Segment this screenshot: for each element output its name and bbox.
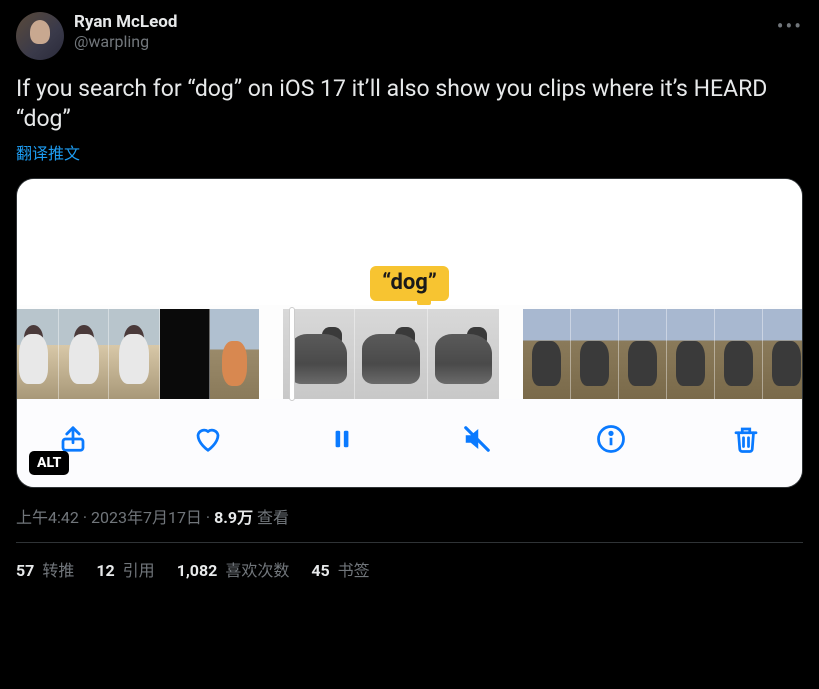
tweet-meta: 上午4:42 · 2023年7月17日 · 8.9万 查看 [16,504,803,528]
more-icon[interactable]: ••• [777,12,803,36]
view-count: 8.9万 [214,508,253,527]
search-term-label: “dog” [370,266,449,301]
thumbnail [160,309,210,399]
clip-group-2[interactable] [283,309,499,399]
media-card[interactable]: “dog” [16,178,803,488]
heart-icon[interactable] [190,421,226,457]
view-label: 查看 [253,508,289,527]
pause-icon[interactable] [324,421,360,457]
thumbnail [355,309,427,399]
info-icon[interactable] [593,421,629,457]
handle: @warpling [74,32,177,51]
clip-group-3[interactable] [523,309,803,399]
tweet: Ryan McLeod @warpling ••• If you search … [0,0,819,593]
media-toolbar [17,399,802,487]
mute-icon[interactable] [459,421,495,457]
quotes-stat[interactable]: 12 引用 [96,557,154,581]
divider [16,542,803,543]
avatar[interactable] [16,12,64,60]
tweet-text: If you search for “dog” on iOS 17 it’ll … [16,74,803,134]
thumbnail [667,309,715,399]
thumbnail [16,309,59,399]
display-name: Ryan McLeod [74,12,177,32]
clip-group-1[interactable] [16,309,259,399]
thumbnail [715,309,763,399]
likes-stat[interactable]: 1,082 喜欢次数 [177,557,290,581]
thumbnail [619,309,667,399]
translate-link[interactable]: 翻译推文 [16,140,80,164]
thumbnail [428,309,499,399]
tweet-time[interactable]: 上午4:42 [16,508,79,527]
retweets-stat[interactable]: 57 转推 [16,557,74,581]
thumbnail [109,309,159,399]
bookmarks-stat[interactable]: 45 书签 [311,557,369,581]
playhead[interactable] [289,307,295,401]
thumbnail [523,309,571,399]
author-block[interactable]: Ryan McLeod @warpling [74,12,177,51]
tweet-header: Ryan McLeod @warpling ••• [16,12,803,60]
tweet-date[interactable]: 2023年7月17日 [91,508,202,527]
stats-row: 57 转推 12 引用 1,082 喜欢次数 45 书签 [16,557,803,581]
thumbnail [763,309,803,399]
match-marker [417,299,431,305]
thumbnail [571,309,619,399]
media-whitespace [17,179,802,265]
alt-badge[interactable]: ALT [29,451,69,475]
video-timeline[interactable] [17,305,802,399]
thumbnail [210,309,259,399]
search-term-row: “dog” [17,265,802,305]
trash-icon[interactable] [728,421,764,457]
thumbnail [59,309,109,399]
